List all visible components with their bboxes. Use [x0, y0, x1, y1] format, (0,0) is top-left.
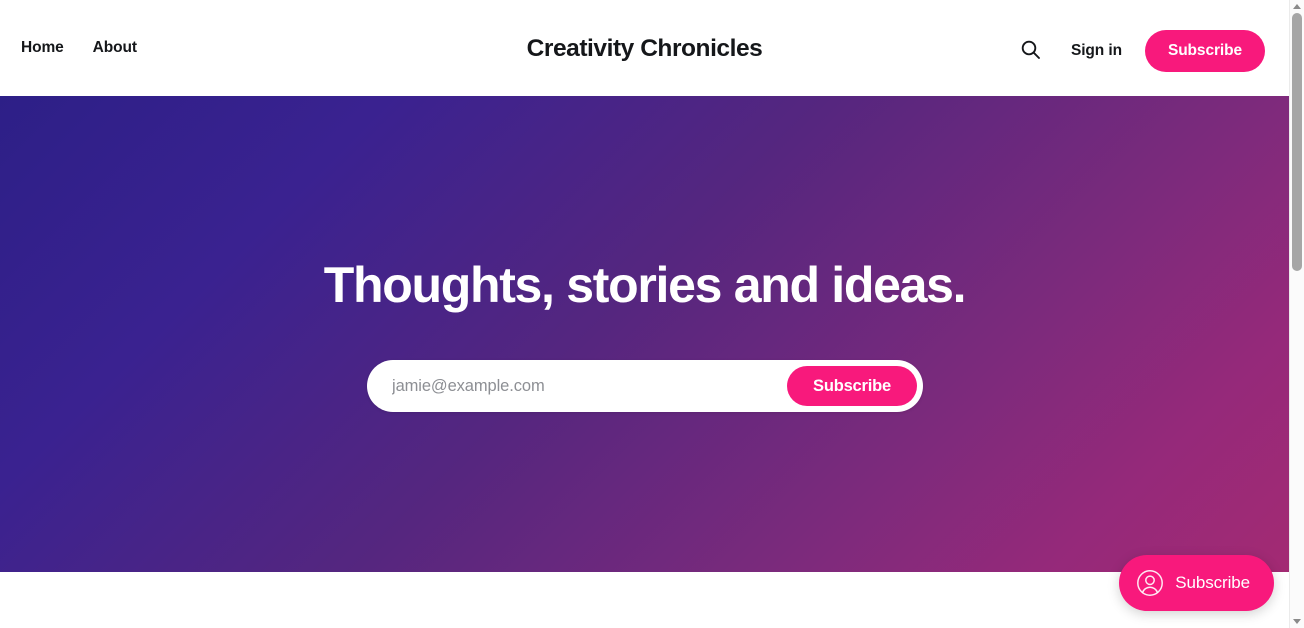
hero-subscribe-form: Subscribe	[367, 360, 923, 412]
hero-section: Thoughts, stories and ideas. Subscribe	[0, 96, 1289, 572]
scrollbar-up-arrow[interactable]	[1290, 0, 1304, 13]
scrollbar-down-arrow[interactable]	[1290, 615, 1304, 628]
browser-viewport: Home About Creativity Chronicles Sign in…	[0, 0, 1304, 628]
header-subscribe-button[interactable]: Subscribe	[1144, 30, 1265, 72]
user-circle-icon	[1136, 569, 1164, 597]
scrollbar-thumb[interactable]	[1292, 13, 1302, 271]
triangle-down-icon	[1293, 619, 1301, 624]
hero-headline: Thoughts, stories and ideas.	[323, 257, 967, 313]
email-input[interactable]	[367, 360, 788, 412]
site-header: Home About Creativity Chronicles Sign in…	[0, 0, 1289, 96]
vertical-scrollbar[interactable]	[1289, 0, 1304, 628]
portal-subscribe-button[interactable]: Subscribe	[1119, 555, 1274, 611]
sign-in-link[interactable]: Sign in	[1057, 32, 1136, 70]
search-icon	[1020, 39, 1041, 63]
portal-button-label: Subscribe	[1175, 573, 1250, 592]
header-actions: Sign in Subscribe	[1013, 30, 1265, 72]
hero-subscribe-button[interactable]: Subscribe	[787, 366, 917, 406]
search-button[interactable]	[1013, 33, 1049, 69]
content-area	[0, 572, 1289, 628]
triangle-up-icon	[1293, 4, 1301, 9]
hero-inner: Thoughts, stories and ideas. Subscribe	[0, 96, 1289, 572]
scrollbar-track[interactable]	[1290, 13, 1304, 615]
page-content: Home About Creativity Chronicles Sign in…	[0, 0, 1289, 628]
